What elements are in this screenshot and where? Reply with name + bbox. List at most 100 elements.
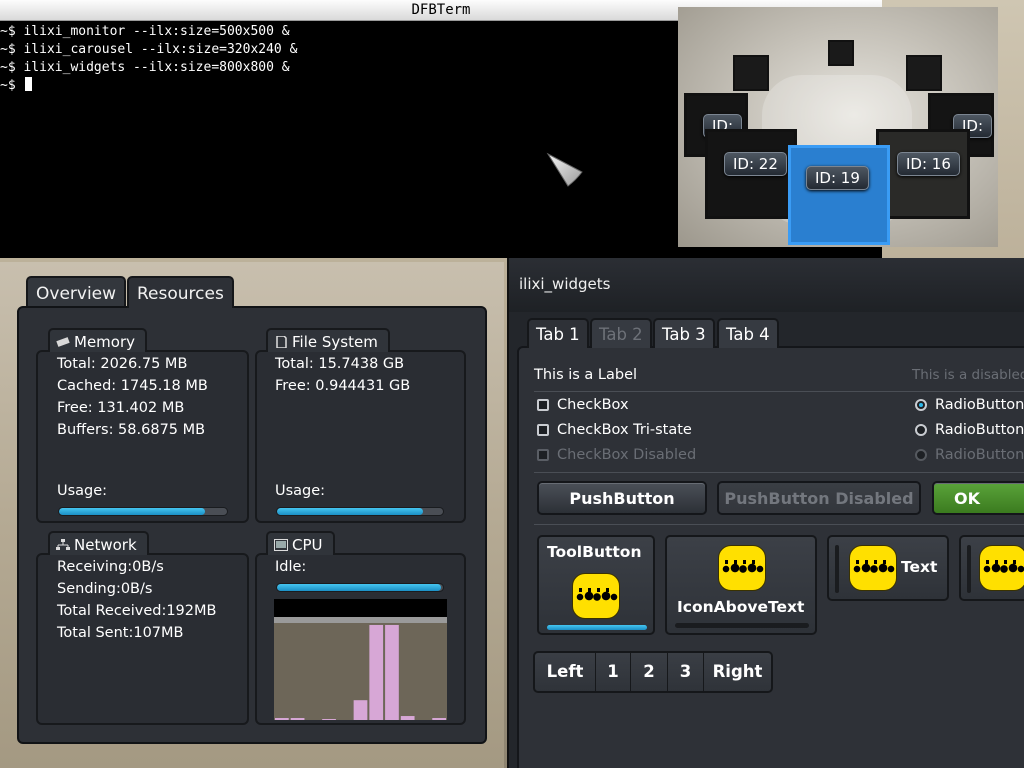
ilixi-logo-icon xyxy=(572,573,620,619)
tool-button[interactable]: ToolButton xyxy=(537,535,655,635)
cpu-history-bar xyxy=(400,716,415,720)
icon-above-text-label: IconAboveText xyxy=(677,598,805,616)
carousel-window[interactable]: ID: ID: ID: 22 ID: 16 ID: 19 xyxy=(678,7,998,247)
tool-button-label: ToolButton xyxy=(547,543,642,561)
filesystem-usage-bar xyxy=(276,507,444,516)
cpu-history-bar xyxy=(385,624,399,720)
segment-2[interactable]: 2 xyxy=(631,653,668,691)
tool-button-indicator xyxy=(835,545,839,593)
tool-button-indicator xyxy=(547,625,647,630)
carousel-card-id-19-selected[interactable]: ID: 19 xyxy=(788,145,890,245)
memory-total: Total: 2026.75 MB xyxy=(57,356,188,372)
filesystem-group-title: File System xyxy=(266,328,390,352)
network-group-title: Network xyxy=(48,531,149,555)
segmented-control: Left 1 2 3 Right xyxy=(533,651,773,693)
memory-usage-fill xyxy=(59,508,206,515)
cpu-history-graph xyxy=(274,599,447,720)
filesystem-free: Free: 0.944431 GB xyxy=(275,378,411,394)
carousel-card-far[interactable] xyxy=(906,55,942,91)
tab-4[interactable]: Tab 4 xyxy=(717,318,779,348)
memory-free: Free: 131.402 MB xyxy=(57,400,185,416)
cpu-idle-bar xyxy=(276,583,444,592)
network-receiving: Receiving:0B/s xyxy=(57,559,164,575)
cpu-history-bar xyxy=(290,718,305,720)
cpu-graph-top-band xyxy=(274,617,447,623)
cpu-idle-fill xyxy=(277,584,442,591)
filesystem-title: File System xyxy=(292,333,378,351)
cpu-monitor-icon xyxy=(274,539,288,551)
carousel-card-id-22[interactable]: ID: 22 xyxy=(705,129,797,219)
radio-button-disabled-label: RadioButton xyxy=(935,447,1024,463)
filesystem-total: Total: 15.7438 GB xyxy=(275,356,405,372)
carousel-card-id: ID: 22 xyxy=(724,152,787,176)
disabled-label: This is a disabled xyxy=(912,367,1024,383)
ilixi-logo-icon xyxy=(979,545,1024,591)
segment-3[interactable]: 3 xyxy=(668,653,704,691)
checkbox[interactable] xyxy=(537,399,549,411)
cpu-history-bar xyxy=(353,700,368,720)
cpu-history-bar xyxy=(322,719,336,720)
network-title: Network xyxy=(74,536,137,554)
cpu-idle-label: Idle: xyxy=(275,559,307,575)
cpu-group-title: CPU xyxy=(266,531,335,555)
text-cursor xyxy=(25,77,33,91)
carousel-card-far[interactable] xyxy=(733,55,769,91)
push-button-disabled: PushButton Disabled xyxy=(717,481,921,515)
widgets-window-title: ilixi_widgets xyxy=(509,258,1024,312)
filesystem-usage-fill xyxy=(277,508,424,515)
radio-button-label[interactable]: RadioButton xyxy=(935,397,1024,413)
ilixi-logo-icon xyxy=(718,545,766,591)
checkbox-label[interactable]: CheckBox xyxy=(557,397,629,413)
radio-button-selected[interactable] xyxy=(915,399,927,411)
icon-text-label: Text xyxy=(901,558,938,576)
network-total-received: Total Received:192MB xyxy=(57,603,217,619)
memory-chip-icon xyxy=(56,337,70,347)
carousel-card-id-16[interactable]: ID: 16 xyxy=(876,129,970,219)
checkbox-disabled xyxy=(537,449,549,461)
sample-label: This is a Label xyxy=(534,367,638,383)
cpu-history-bar xyxy=(432,718,446,720)
tab-2: Tab 2 xyxy=(590,318,652,348)
ilixi-logo-icon xyxy=(849,545,897,591)
carousel-card-id: ID: 19 xyxy=(806,166,869,190)
network-icon xyxy=(56,539,70,550)
cpu-history-bar xyxy=(369,624,384,720)
checkbox-tristate[interactable] xyxy=(537,424,549,436)
segment-1[interactable]: 1 xyxy=(596,653,631,691)
push-button[interactable]: PushButton xyxy=(537,481,707,515)
segment-right[interactable]: Right xyxy=(704,653,771,691)
cpu-title: CPU xyxy=(292,536,323,554)
mouse-pointer-icon xyxy=(546,152,583,187)
radio-button-label[interactable]: RadioButton xyxy=(935,422,1024,438)
memory-title: Memory xyxy=(74,333,136,351)
memory-usage-bar xyxy=(58,507,228,516)
memory-cached: Cached: 1745.18 MB xyxy=(57,378,208,394)
separator xyxy=(534,391,1024,392)
tool-button-indicator xyxy=(675,623,809,628)
cpu-history-bar xyxy=(275,718,289,720)
checkbox-tristate-label[interactable]: CheckBox Tri-state xyxy=(557,422,692,438)
separator xyxy=(534,472,1024,473)
tab-resources[interactable]: Resources xyxy=(127,276,234,308)
monitor-window[interactable]: Overview Resources Memory Total: 2026.75… xyxy=(0,262,504,768)
carousel-card-far[interactable] xyxy=(828,40,854,66)
carousel-card-id: ID: 16 xyxy=(897,152,960,176)
tab-1[interactable]: Tab 1 xyxy=(527,318,589,348)
tool-button-icon-only[interactable] xyxy=(959,535,1024,601)
tool-button-icon-text[interactable]: Text xyxy=(827,535,949,601)
file-icon xyxy=(276,336,287,348)
radio-button-disabled xyxy=(915,449,927,461)
tool-button-icon-above-text[interactable]: IconAboveText xyxy=(665,535,817,635)
checkbox-disabled-label: CheckBox Disabled xyxy=(557,447,697,463)
filesystem-usage-label: Usage: xyxy=(275,483,326,499)
radio-button[interactable] xyxy=(915,424,927,436)
memory-group-title: Memory xyxy=(48,328,148,352)
segment-left[interactable]: Left xyxy=(535,653,596,691)
tab-overview[interactable]: Overview xyxy=(26,276,127,308)
separator xyxy=(534,524,1024,525)
tab-3[interactable]: Tab 3 xyxy=(653,318,715,348)
terminal-prompt: ~$ xyxy=(0,78,24,93)
tool-button-indicator xyxy=(967,545,971,593)
ok-button[interactable]: OK xyxy=(932,481,1024,515)
network-total-sent: Total Sent:107MB xyxy=(57,625,184,641)
